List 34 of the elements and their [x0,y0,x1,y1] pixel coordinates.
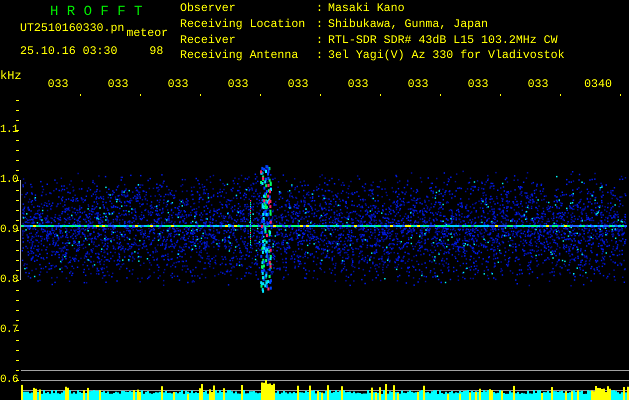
separator: : [316,34,324,48]
count-value: 98 [149,44,164,60]
frequency-label: 0.8 [0,274,18,286]
file-name: UT2510160330.pn [20,21,124,37]
unit-label: kHz [0,68,23,85]
frequency-label: 0.7 [0,324,18,336]
app-title: H R O F F T [50,4,144,20]
separator: : [316,3,324,17]
mode-label: meteor [126,26,168,42]
time-label: 033 [346,77,370,92]
info-label: Receiver [180,34,237,48]
frequency-label: 0.6 [0,374,18,386]
info-label: Observer [180,3,237,17]
time-label: 033 [286,77,310,92]
info-value: RTL-SDR SDR# 43dB L15 103.2MHz CW [328,34,559,48]
info-label: Receiving Antenna [180,50,300,64]
separator: : [316,50,324,64]
time-label: 033 [106,77,130,92]
frequency-label: 1.1 [0,124,18,136]
frequency-label: 1.0 [0,174,18,186]
time-label: 033 [226,77,250,92]
info-value: Shibukawa, Gunma, Japan [328,18,490,33]
info-label: Receiving Location [180,18,306,33]
info-value: 3el Yagi(V) Az 330 for Vladivostok [328,50,565,64]
time-label: 033 [466,77,490,92]
time-label: 033 [526,77,550,92]
time-label: 033 [406,77,430,92]
frequency-label: 0.9 [0,224,18,236]
info-value: Masaki Kano [328,3,406,17]
time-label: 033 [166,77,190,92]
date-time: 25.10.16 03:30 [20,44,118,60]
time-label: 0340 [583,77,613,92]
time-label: 033 [46,77,70,92]
separator: : [316,18,324,33]
